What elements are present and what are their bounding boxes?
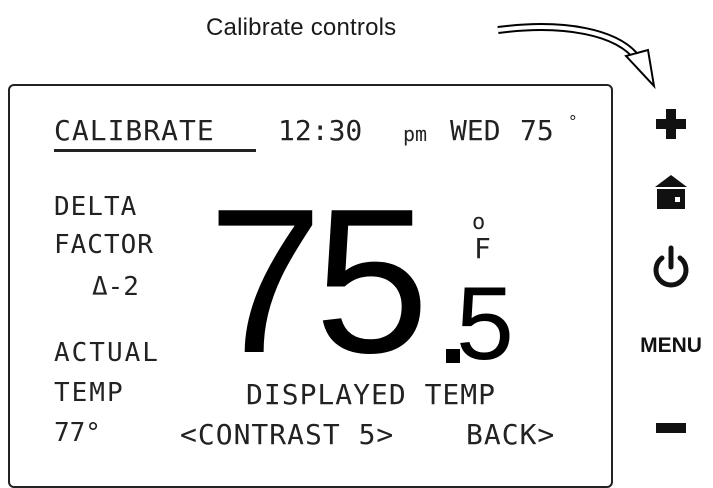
- mode-underline: [54, 149, 256, 152]
- minus-button[interactable]: [647, 418, 695, 438]
- unit-fahrenheit: F: [474, 232, 491, 265]
- actual-label-line1: ACTUAL: [54, 338, 160, 368]
- actual-label-line2: TEMP: [54, 378, 125, 408]
- actual-temp-value: 77°: [54, 418, 101, 448]
- contrast-button[interactable]: <CONTRAST 5>: [180, 418, 394, 451]
- clock-time: 12:30: [278, 114, 363, 147]
- home-button[interactable]: [647, 172, 695, 212]
- outdoor-temp: 75: [520, 114, 554, 147]
- plus-icon: [656, 109, 686, 139]
- delta-value: Δ-2: [92, 272, 139, 302]
- minus-icon: [656, 423, 686, 433]
- mode-title: CALIBRATE: [54, 114, 215, 147]
- displayed-temp-label: DISPLAYED TEMP: [246, 378, 497, 411]
- displayed-temp-decimal: 5: [456, 266, 514, 382]
- delta-label-line2: FACTOR: [54, 230, 154, 260]
- plus-button[interactable]: [647, 104, 695, 144]
- day-of-week: WED: [450, 114, 501, 147]
- home-icon: [655, 175, 687, 209]
- displayed-temp-whole: 75: [208, 166, 429, 396]
- delta-label-line1: DELTA: [54, 192, 138, 222]
- outdoor-degree-symbol: °: [568, 112, 578, 131]
- power-icon: [653, 245, 689, 288]
- clock-ampm: pm: [403, 122, 428, 146]
- thermostat-display: CALIBRATE 12:30 pm WED 75 ° DELTA FACTOR…: [8, 84, 613, 488]
- menu-button[interactable]: MENU: [640, 332, 702, 360]
- back-button[interactable]: BACK>: [466, 418, 555, 451]
- power-button[interactable]: [647, 242, 695, 292]
